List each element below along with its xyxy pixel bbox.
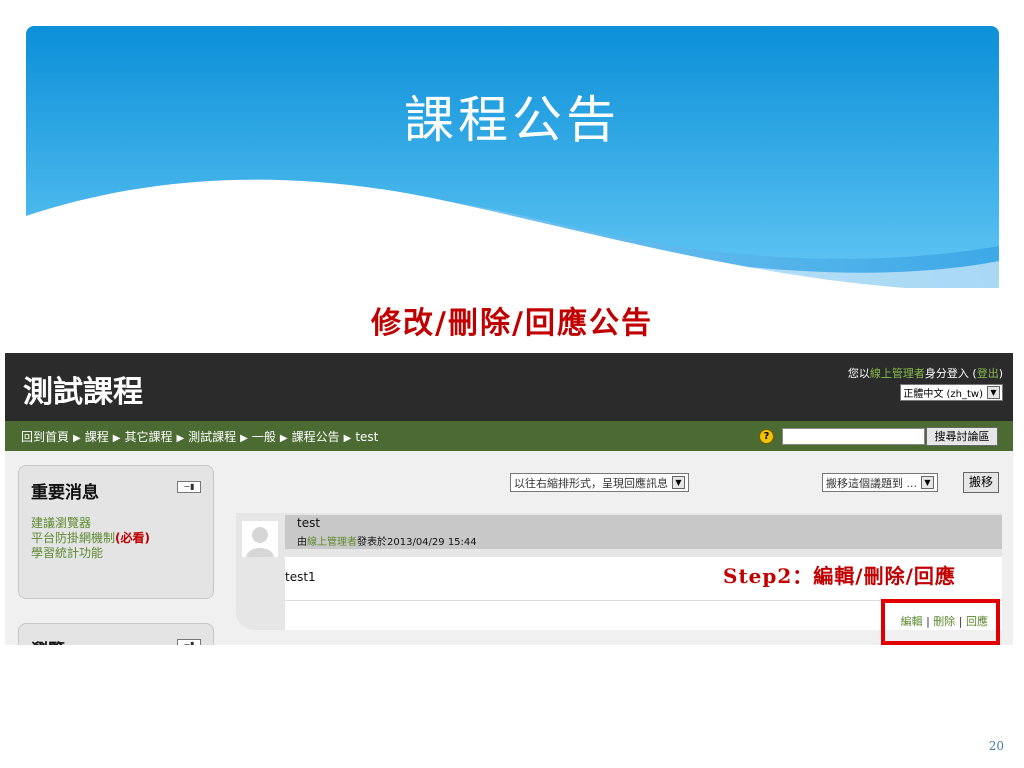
highlight-box xyxy=(881,599,1000,645)
breadcrumb-separator-icon: ▶ xyxy=(176,433,185,444)
login-prefix: 您以 xyxy=(847,367,870,380)
display-mode-select[interactable]: 以往右縮排形式，呈現回應訊息 ▼ xyxy=(510,473,689,492)
logout-link[interactable]: 登出 xyxy=(977,367,999,380)
important-news-block: 重要消息 −▮ 建議瀏覽器 平台防掛網機制(必看) 學習統計功能 xyxy=(18,465,214,599)
breadcrumb-test-course[interactable]: 測試課程 xyxy=(188,430,236,444)
block-title: 重要消息 xyxy=(31,483,99,503)
posted-label: 發表於 xyxy=(357,537,387,548)
anti-cheat-link-text: 平台防掛網機制 xyxy=(31,531,116,545)
slide-subtitle: 修改/刪除/回應公告 xyxy=(371,306,653,341)
user-link[interactable]: 線上管理者 xyxy=(870,367,925,380)
move-discussion-select[interactable]: 搬移這個議題到 ... ▼ xyxy=(822,473,938,492)
post-message: test1 xyxy=(285,570,316,584)
post-header: test 由線上管理者發表於2013/04/29 15:44 xyxy=(285,515,1002,549)
user-silhouette-icon xyxy=(242,521,278,557)
navigation-block: 瀏覽 −▮ xyxy=(18,623,214,645)
author-prefix: 由 xyxy=(297,537,307,548)
chevron-down-icon: ▼ xyxy=(672,476,685,489)
slide-banner xyxy=(26,26,999,288)
breadcrumb-separator-icon: ▶ xyxy=(343,433,352,444)
moodle-screenshot: 測試課程 您以線上管理者身分登入 (登出) 正體中文 (zh_tw) ▼ 回到首… xyxy=(5,353,1013,645)
site-header: 測試課程 您以線上管理者身分登入 (登出) 正體中文 (zh_tw) ▼ xyxy=(5,353,1013,421)
breadcrumb-separator-icon: ▶ xyxy=(112,433,121,444)
chevron-down-icon: ▼ xyxy=(987,386,1000,399)
learning-stats-link[interactable]: 學習統計功能 xyxy=(31,546,150,561)
author-link[interactable]: 線上管理者 xyxy=(307,537,357,548)
language-value: 正體中文 (zh_tw) xyxy=(903,389,983,400)
breadcrumb-announcements[interactable]: 課程公告 xyxy=(292,430,340,444)
move-button[interactable]: 搬移 xyxy=(963,472,999,493)
course-title: 測試課程 xyxy=(23,375,143,410)
move-discussion-value: 搬移這個議題到 ... xyxy=(826,476,917,490)
breadcrumb-separator-icon: ▶ xyxy=(240,433,248,444)
language-select[interactable]: 正體中文 (zh_tw) ▼ xyxy=(900,384,1003,401)
post-subject: test xyxy=(297,516,321,530)
login-suffix: ) xyxy=(998,367,1003,380)
help-icon[interactable]: ? xyxy=(759,429,774,444)
avatar[interactable] xyxy=(242,521,278,557)
banner-wave-graphic xyxy=(26,26,999,288)
breadcrumb-separator-icon: ▶ xyxy=(73,433,81,444)
slide-title: 課程公告 xyxy=(404,91,620,149)
forum-search-button[interactable]: 搜尋討論區 xyxy=(926,427,998,446)
block-title: 瀏覽 xyxy=(31,636,65,645)
breadcrumb-other-courses[interactable]: 其它課程 xyxy=(124,430,172,444)
login-middle: 身分登入 ( xyxy=(924,367,977,380)
collapse-block-icon[interactable]: −▮ xyxy=(177,639,201,645)
must-read-label: (必看) xyxy=(115,531,150,545)
anti-cheat-link[interactable]: 平台防掛網機制(必看) xyxy=(31,531,150,546)
login-info: 您以線上管理者身分登入 (登出) xyxy=(848,365,1003,381)
breadcrumb-home[interactable]: 回到首頁 xyxy=(21,430,69,444)
forum-search-input[interactable] xyxy=(782,428,925,445)
browser-link[interactable]: 建議瀏覽器 xyxy=(31,516,150,531)
breadcrumb-courses[interactable]: 課程 xyxy=(85,430,109,444)
block-links: 建議瀏覽器 平台防掛網機制(必看) 學習統計功能 xyxy=(31,516,150,561)
chevron-down-icon: ▼ xyxy=(921,476,934,489)
step-annotation: Step2：編輯/刪除/回應 xyxy=(723,564,956,588)
breadcrumb-current: test xyxy=(355,430,379,444)
post-author-line: 由線上管理者發表於2013/04/29 15:44 xyxy=(297,533,477,548)
breadcrumb: 回到首頁 ▶ 課程 ▶ 其它課程 ▶ 測試課程 ▶ 一般 ▶ 課程公告 ▶ test xyxy=(21,428,378,445)
post-date: 2013/04/29 15:44 xyxy=(387,537,477,548)
display-mode-value: 以往右縮排形式，呈現回應訊息 xyxy=(514,476,668,490)
collapse-block-icon[interactable]: −▮ xyxy=(177,481,201,493)
breadcrumb-separator-icon: ▶ xyxy=(279,433,288,444)
page-number: 20 xyxy=(988,739,1004,753)
breadcrumb-general[interactable]: 一般 xyxy=(252,430,276,444)
